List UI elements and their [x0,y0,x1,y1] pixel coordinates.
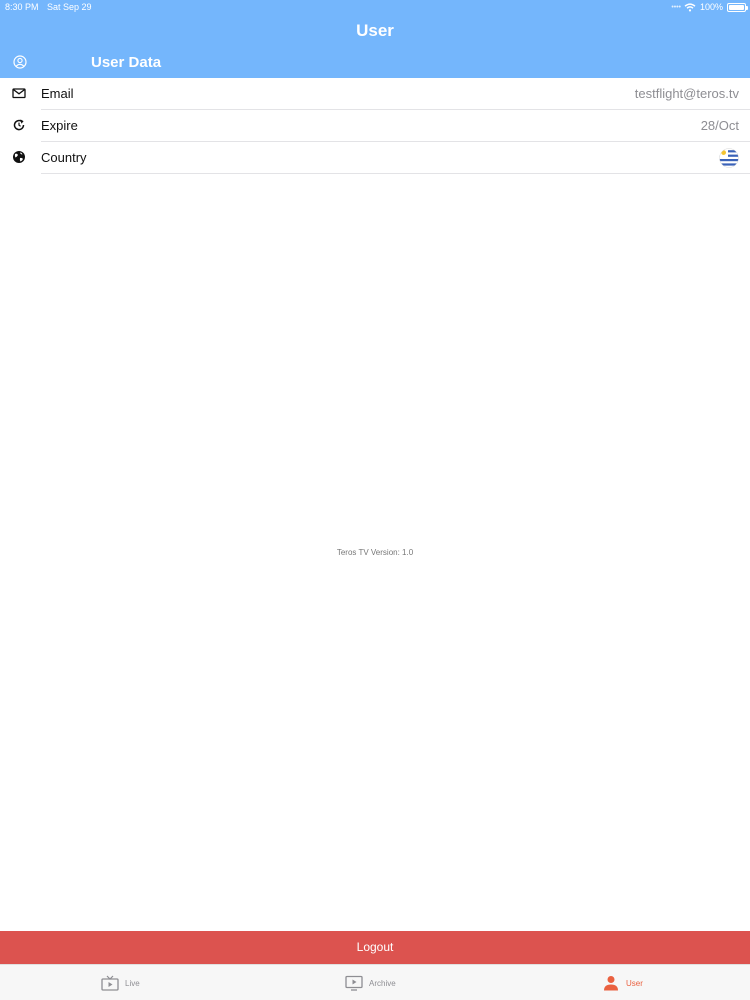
tab-live[interactable]: Live [101,965,140,1000]
email-label: Email [41,86,74,101]
expire-row[interactable]: Expire 28/Oct [0,110,750,142]
status-bar: 8:30 PM Sat Sep 29 • • • • 100% [0,0,750,14]
status-indicators: • • • • 100% [671,1,748,13]
section-title: User Data [91,54,162,71]
refresh-icon [13,119,25,131]
tab-archive[interactable]: Archive [345,965,396,1000]
status-time: 8:30 PM [5,2,39,12]
person-icon [604,976,618,991]
user-circle-icon [13,55,27,69]
signal-icon: • • • • [671,3,681,11]
play-screen-icon [345,975,363,991]
globe-icon [13,151,25,163]
version-text: Teros TV Version: 1.0 [336,548,414,557]
envelope-icon [12,88,26,99]
uruguay-flag-icon [719,148,739,168]
battery-percent: 100% [699,2,723,12]
logout-button[interactable]: Logout [0,931,750,964]
expire-label: Expire [41,118,78,133]
tab-archive-label: Archive [369,978,396,988]
country-row[interactable]: Country [0,142,750,174]
tab-user-label: User [626,978,643,988]
wifi-icon [684,2,696,11]
tab-live-label: Live [125,978,140,988]
navigation-header: 8:30 PM Sat Sep 29 • • • • 100% User Use… [0,0,750,78]
tv-icon [101,975,119,991]
status-date: Sat Sep 29 [47,2,92,12]
email-value: testflight@teros.tv [634,86,739,101]
country-label: Country [41,150,87,165]
tab-bar: Live Archive User [0,964,750,1000]
battery-icon [727,2,748,12]
row-divider [41,173,750,174]
tab-user[interactable]: User [602,965,643,1000]
expire-value: 28/Oct [700,118,739,133]
email-row[interactable]: Email testflight@teros.tv [0,78,750,110]
page-title: User [356,21,394,40]
